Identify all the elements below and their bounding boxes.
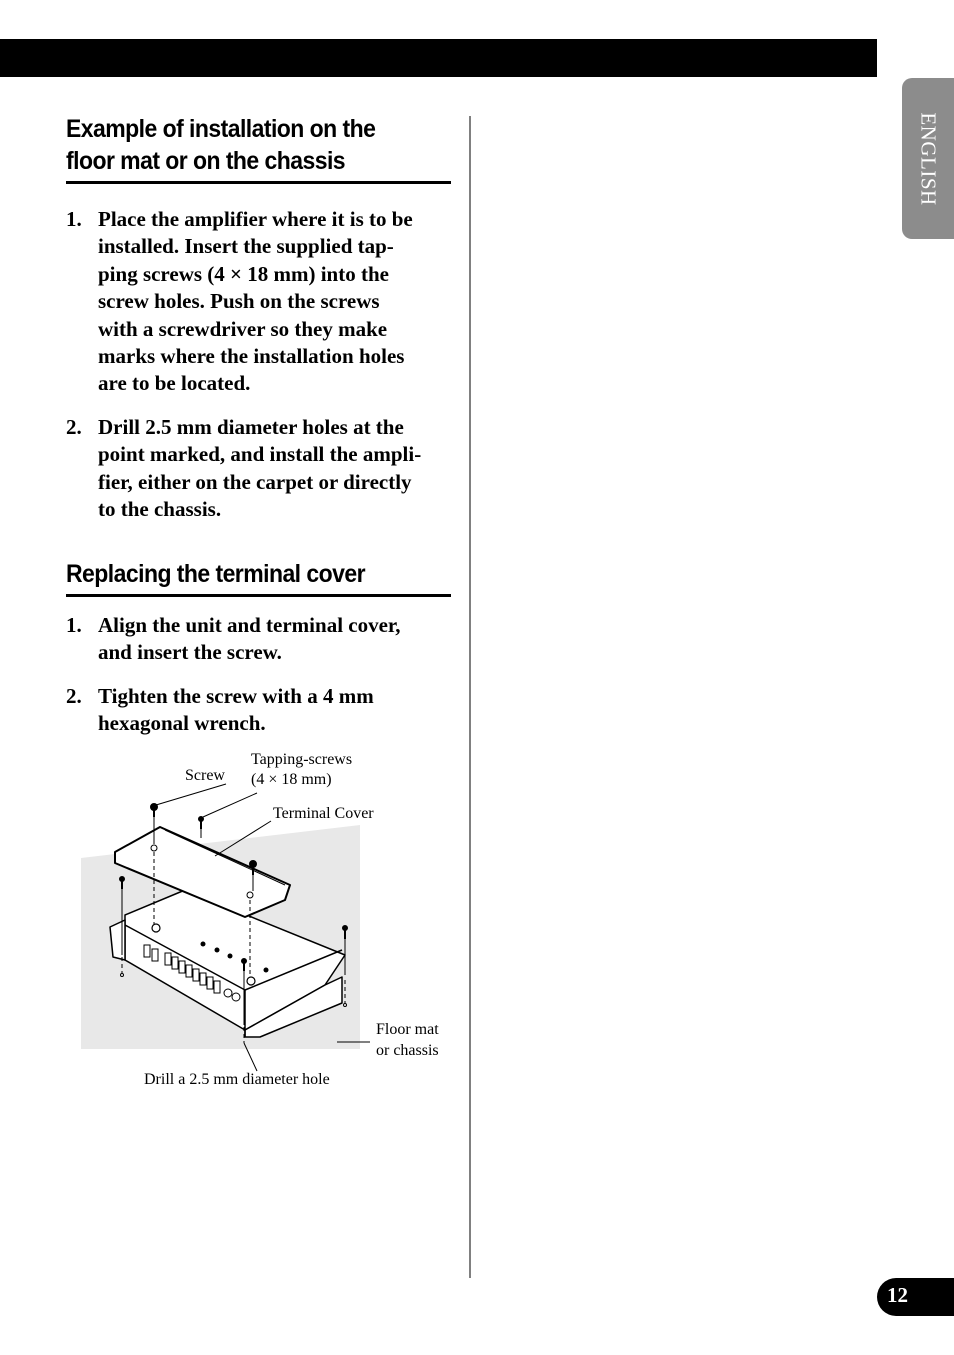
terminal-cover-steps: 1. Align the unit and terminal cover, an…	[66, 612, 456, 754]
label-tapping-screws: Tapping-screws	[251, 751, 353, 768]
step-line: screw holes. Push on the screws	[98, 289, 380, 314]
step-line: Place the amplifier where it is to be	[98, 207, 413, 231]
step-line: marks where the installation holes	[98, 344, 405, 369]
step-number: 1.	[66, 613, 82, 637]
step-line: Drill 2.5 mm diameter holes at the	[98, 414, 404, 439]
label-floor-mat-chassis: or chassis	[376, 1042, 439, 1059]
installation-illustration: Screw Tapping-screws (4 × 18 mm) Termina…	[70, 745, 460, 1095]
step-line: hexagonal wrench.	[98, 711, 266, 736]
section-title: Replacing the terminal cover	[66, 558, 420, 594]
section-title-line: floor mat or on the chassis	[66, 147, 346, 175]
label-floor-mat: Floor mat	[376, 1021, 439, 1038]
step-line: to the chassis.	[98, 497, 222, 522]
step-line: and insert the screw.	[98, 640, 282, 665]
step-item: 1. Place the amplifier where it is to be…	[66, 206, 456, 398]
label-screw: Screw	[185, 767, 225, 784]
section-title: Example of installation on the floor mat…	[66, 113, 420, 181]
step-line: fier, either on the carpet or directly	[98, 469, 412, 494]
installation-steps: 1. Place the amplifier where it is to be…	[66, 206, 456, 539]
step-line: with a screwdriver so they make	[98, 316, 388, 341]
step-number: 1.	[66, 207, 82, 231]
section-title-line: Example of installation on the	[66, 115, 376, 143]
section-floor-mat-installation: Example of installation on the floor mat…	[66, 113, 451, 184]
section-rule	[66, 181, 451, 184]
header-bar	[0, 39, 877, 77]
step-line: Align the unit and terminal cover,	[98, 613, 401, 637]
step-number: 2.	[66, 414, 82, 439]
section-rule	[66, 594, 451, 597]
language-tab: ENGLISH	[902, 78, 954, 239]
step-item: 1. Align the unit and terminal cover, an…	[66, 612, 456, 667]
label-terminal-cover: Terminal Cover	[273, 805, 374, 822]
step-line: Tighten the screw with a 4 mm	[98, 683, 374, 708]
page-number-badge: 12	[877, 1278, 954, 1316]
step-number: 2.	[66, 683, 82, 708]
step-item: 2. Tighten the screw with a 4 mm hexagon…	[66, 683, 456, 738]
step-line: point marked, and install the ampli-	[98, 442, 422, 467]
page-number: 12	[887, 1283, 908, 1307]
screw-icon	[198, 816, 204, 838]
column-divider	[469, 116, 471, 1278]
section-replacing-terminal-cover: Replacing the terminal cover	[66, 558, 451, 597]
step-line: are to be located.	[98, 371, 251, 396]
step-line: ping screws (4 × 18 mm) into the	[98, 261, 389, 286]
language-tab-label: ENGLISH	[916, 111, 941, 206]
section-title-line: Replacing the terminal cover	[66, 560, 366, 588]
step-line: installed. Insert the supplied tap-	[98, 234, 394, 259]
label-tapping-screws-size: (4 × 18 mm)	[251, 771, 332, 788]
label-drill-hole: Drill a 2.5 mm diameter hole	[144, 1071, 330, 1088]
step-item: 2. Drill 2.5 mm diameter holes at the po…	[66, 414, 456, 524]
